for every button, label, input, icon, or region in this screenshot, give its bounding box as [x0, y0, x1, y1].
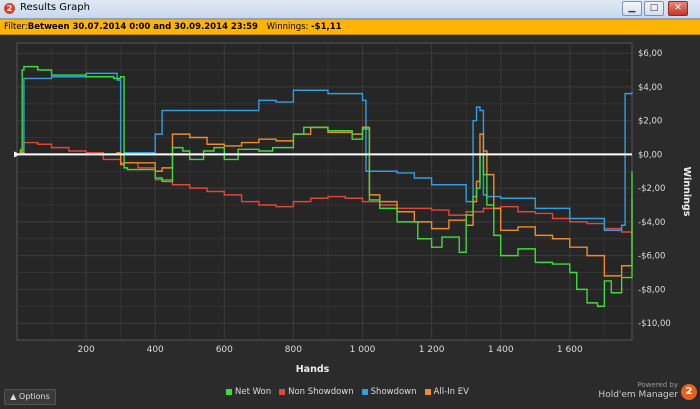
filter-prefix: Filter: — [4, 22, 28, 32]
legend-swatch — [279, 388, 286, 395]
legend-item[interactable]: Showdown — [361, 387, 417, 397]
legend-swatch — [361, 388, 368, 395]
x-axis-title: Hands — [296, 364, 330, 375]
legend-item[interactable]: Net Won — [226, 387, 271, 397]
x-tick-label: 1 200 — [419, 345, 445, 355]
y-tick-label: -$4,00 — [638, 218, 665, 228]
y-tick-label: $6,00 — [638, 49, 662, 59]
legend-swatch — [424, 388, 431, 395]
y-tick-label: $0,00 — [638, 150, 662, 160]
app-logo-icon: 2 — [4, 3, 15, 14]
window-title: Results Graph — [20, 2, 90, 13]
results-graph[interactable]: 200 400 600 800 1 000 1 200 1 400 1 600 $6,00 $4,… — [0, 35, 700, 375]
x-tick-label: 1 400 — [488, 345, 514, 355]
legend-label: All-In EV — [433, 387, 469, 397]
x-tick-label: 200 — [78, 345, 95, 355]
x-tick-label: 400 — [147, 345, 164, 355]
x-tick-label: 800 — [285, 345, 302, 355]
maximize-icon[interactable]: □ — [644, 1, 664, 16]
options-button[interactable]: ▲ Options — [4, 389, 56, 405]
legend-label: Non Showdown — [288, 387, 354, 397]
y-tick-label: -$2,00 — [638, 184, 665, 194]
legend-swatch — [226, 388, 232, 395]
y-tick-label: $4,00 — [638, 83, 662, 93]
legend-item[interactable]: Non Showdown — [279, 387, 354, 397]
y-tick-label: $2,00 — [638, 117, 662, 127]
filter-winnings-label: Winnings: — [266, 22, 309, 32]
y-axis-title: Winnings — [681, 167, 692, 217]
close-icon[interactable]: ✕ — [668, 1, 688, 16]
legend-item[interactable]: All-In EV — [424, 387, 469, 397]
minimize-icon[interactable]: ▁ — [622, 1, 642, 16]
y-tick-label: -$6,00 — [638, 252, 665, 262]
filter-bar: Filter: Between 30.07.2014 0:00 and 30.0… — [0, 19, 700, 35]
options-label: Options — [18, 392, 50, 401]
brand-name: Hold'em Manager — [598, 390, 678, 400]
y-tick-label: -$10,00 — [638, 319, 671, 329]
legend-label: Net Won — [235, 387, 272, 397]
powered-by-label: Powered by — [637, 381, 678, 389]
y-tick-label: -$8,00 — [638, 285, 665, 295]
x-tick-label: 1 000 — [350, 345, 376, 355]
window-titlebar: 2 Results Graph ▁ □ ✕ — [0, 0, 700, 19]
chart-legend: Net Won Non Showdown Showdown All-In EV — [226, 387, 477, 397]
filter-winnings-value: -$1,11 — [311, 22, 342, 32]
x-tick-label: 600 — [216, 345, 233, 355]
filter-range: Between 30.07.2014 0:00 and 30.09.2014 2… — [27, 22, 258, 32]
legend-label: Showdown — [370, 387, 417, 397]
brand-logo-icon: 2 — [681, 384, 697, 400]
results-chart[interactable]: 200 400 600 800 1 000 1 200 1 400 1 600 $6,00 $4,… — [0, 35, 700, 375]
bottom-bar: ▲ Options Net Won Non Showdown Showdown All… — [0, 375, 700, 409]
plot-area — [16, 42, 633, 341]
x-tick-label: 1 600 — [557, 345, 583, 355]
